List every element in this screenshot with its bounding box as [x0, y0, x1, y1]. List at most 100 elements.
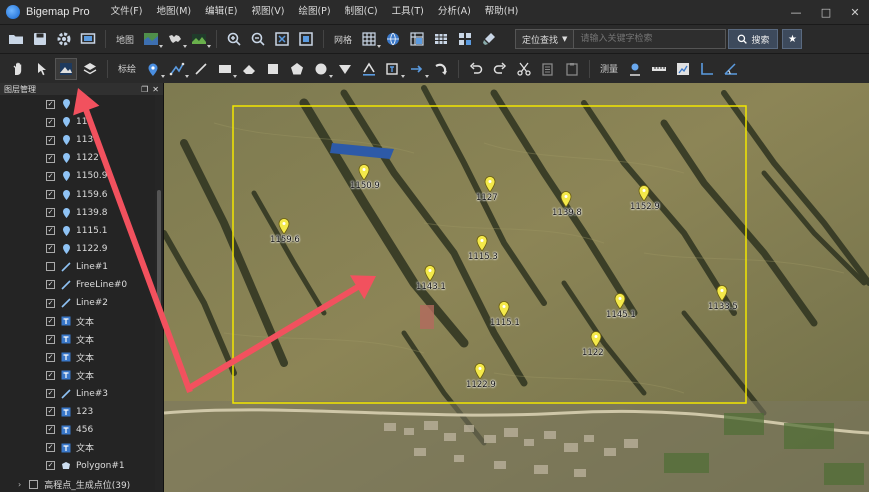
layer-item[interactable]: ✓ 文本: [0, 312, 155, 330]
cut-scissors-icon[interactable]: [514, 59, 534, 79]
layer-visibility-checkbox[interactable]: ✓: [46, 171, 55, 181]
map-marker-pin-icon[interactable]: [424, 265, 436, 281]
layer-visibility-checkbox[interactable]: ✓: [46, 425, 55, 435]
layer-visibility-checkbox[interactable]: ✓: [46, 153, 55, 163]
layer-visibility-checkbox[interactable]: ✓: [46, 226, 55, 236]
menu-cartography[interactable]: 制图(C): [338, 0, 385, 24]
polyline-tool-icon[interactable]: [167, 59, 190, 79]
layer-visibility-checkbox[interactable]: ✓: [46, 117, 55, 127]
layer-item[interactable]: ✓ Polygon#1: [0, 457, 155, 475]
redo-icon[interactable]: [490, 59, 510, 79]
map-marker-pin-icon[interactable]: [638, 185, 650, 201]
float-panel-icon[interactable]: ❐: [141, 85, 148, 94]
map-marker-pin-icon[interactable]: [484, 176, 496, 192]
layer-visibility-checkbox[interactable]: ✓: [46, 244, 55, 254]
chevron-right-icon[interactable]: ›: [18, 480, 21, 489]
search-input[interactable]: [574, 29, 727, 49]
tile-grid-icon[interactable]: [455, 29, 475, 49]
layer-item[interactable]: ✓ 1139.8: [0, 204, 155, 222]
map-marker-pin-icon[interactable]: [278, 218, 290, 234]
copy-icon[interactable]: [538, 59, 558, 79]
pan-hand-icon[interactable]: [8, 59, 28, 79]
grid-icon[interactable]: [359, 29, 382, 49]
layer-visibility-checkbox[interactable]: ✓: [46, 135, 55, 145]
layer-visibility-checkbox[interactable]: ✓: [46, 370, 55, 380]
layer-item[interactable]: ✓ 123: [0, 403, 155, 421]
layer-visibility-checkbox[interactable]: ✓: [46, 316, 55, 326]
rectangle-tool-icon[interactable]: [215, 59, 238, 79]
layer-stack-icon[interactable]: [80, 59, 100, 79]
layer-visibility-checkbox[interactable]: ✓: [46, 298, 55, 308]
layer-item[interactable]: ✓ Line#3: [0, 385, 155, 403]
zoom-out-icon[interactable]: [248, 29, 268, 49]
measure-point-icon[interactable]: [625, 59, 645, 79]
layer-panel-toggle-icon[interactable]: [55, 57, 77, 80]
pentagon-tool-icon[interactable]: [287, 59, 307, 79]
menu-edit[interactable]: 编辑(E): [198, 0, 244, 24]
map-marker-pin-icon[interactable]: [498, 301, 510, 317]
layer-visibility-checkbox[interactable]: ✓: [46, 389, 55, 399]
undo-icon[interactable]: [466, 59, 486, 79]
layer-visibility-checkbox[interactable]: ✓: [46, 280, 55, 290]
menu-analysis[interactable]: 分析(A): [431, 0, 478, 24]
table-grid-icon[interactable]: [431, 29, 451, 49]
map-source-icon[interactable]: [141, 29, 164, 49]
eraser-tool-icon[interactable]: [239, 59, 259, 79]
layer-item[interactable]: ✓ Line#2: [0, 294, 155, 312]
full-extent-icon[interactable]: [272, 29, 292, 49]
search-button[interactable]: 搜索: [728, 29, 779, 49]
paste-icon[interactable]: [562, 59, 582, 79]
save-icon[interactable]: [30, 29, 50, 49]
menu-view[interactable]: 视图(V): [245, 0, 292, 24]
favorite-star-button[interactable]: ★: [782, 29, 803, 49]
layer-visibility-checkbox[interactable]: ✓: [46, 208, 55, 218]
map-marker-pin-icon[interactable]: [358, 164, 370, 180]
globe-grid-icon[interactable]: [383, 29, 403, 49]
terrain-icon[interactable]: [189, 29, 212, 49]
open-folder-icon[interactable]: [6, 29, 26, 49]
layer-visibility-checkbox[interactable]: ✓: [46, 407, 55, 417]
select-arrow-icon[interactable]: [32, 59, 52, 79]
layer-item[interactable]: ✓ 文本: [0, 439, 155, 457]
menu-help[interactable]: 帮助(H): [478, 0, 526, 24]
layer-item[interactable]: ✓ 1122: [0, 149, 155, 167]
layer-item[interactable]: ✓ 1150.9: [0, 167, 155, 185]
close-button[interactable]: ✕: [841, 0, 869, 24]
text-box-tool-icon[interactable]: [383, 59, 406, 79]
layer-item[interactable]: ✓ 1122.9: [0, 240, 155, 258]
maximize-button[interactable]: □: [811, 0, 841, 24]
map-marker-pin-icon[interactable]: [590, 331, 602, 347]
close-panel-icon[interactable]: ✕: [152, 85, 159, 94]
world-map-icon[interactable]: [165, 29, 188, 49]
zoom-in-icon[interactable]: [224, 29, 244, 49]
menu-file[interactable]: 文件(F): [104, 0, 150, 24]
arrow-tool-icon[interactable]: [407, 59, 430, 79]
layer-item[interactable]: ✓ 1115.1: [0, 222, 155, 240]
layer-visibility-checkbox[interactable]: ✓: [46, 461, 55, 471]
screen-icon[interactable]: [78, 29, 98, 49]
minimize-button[interactable]: —: [781, 0, 811, 24]
layer-item[interactable]: ✓ 文本: [0, 366, 155, 384]
layer-visibility-checkbox[interactable]: ✓: [46, 352, 55, 362]
menu-draw[interactable]: 绘图(P): [291, 0, 337, 24]
layer-visibility-checkbox[interactable]: ✓: [46, 334, 55, 344]
measure-area-icon[interactable]: [673, 59, 693, 79]
map-marker-pin-icon[interactable]: [476, 235, 488, 251]
search-mode-dropdown[interactable]: 定位查找 ▼: [515, 29, 575, 49]
map-marker-pin-icon[interactable]: [560, 191, 572, 207]
map-marker-pin-icon[interactable]: [716, 285, 728, 301]
layer-group[interactable]: › 高程点_生成点位(39): [0, 475, 155, 492]
layer-item[interactable]: ✓ FreeLine#0: [0, 276, 155, 294]
line-tool-icon[interactable]: [191, 59, 211, 79]
layer-panel-scrollbar[interactable]: [155, 95, 163, 490]
layer-visibility-checkbox[interactable]: ✓: [46, 190, 55, 200]
menu-map[interactable]: 地图(M): [149, 0, 198, 24]
square-tool-icon[interactable]: [263, 59, 283, 79]
layer-visibility-checkbox[interactable]: ✓: [46, 99, 55, 109]
layer-item[interactable]: ✓ 11: [0, 113, 155, 131]
layer-visibility-checkbox[interactable]: ✓: [46, 443, 55, 453]
layer-item[interactable]: ✓ 1159.6: [0, 185, 155, 203]
layer-item[interactable]: ✓ 1: [0, 95, 155, 113]
map-marker-pin-icon[interactable]: [474, 363, 486, 379]
text-style-tool-icon[interactable]: [359, 59, 379, 79]
